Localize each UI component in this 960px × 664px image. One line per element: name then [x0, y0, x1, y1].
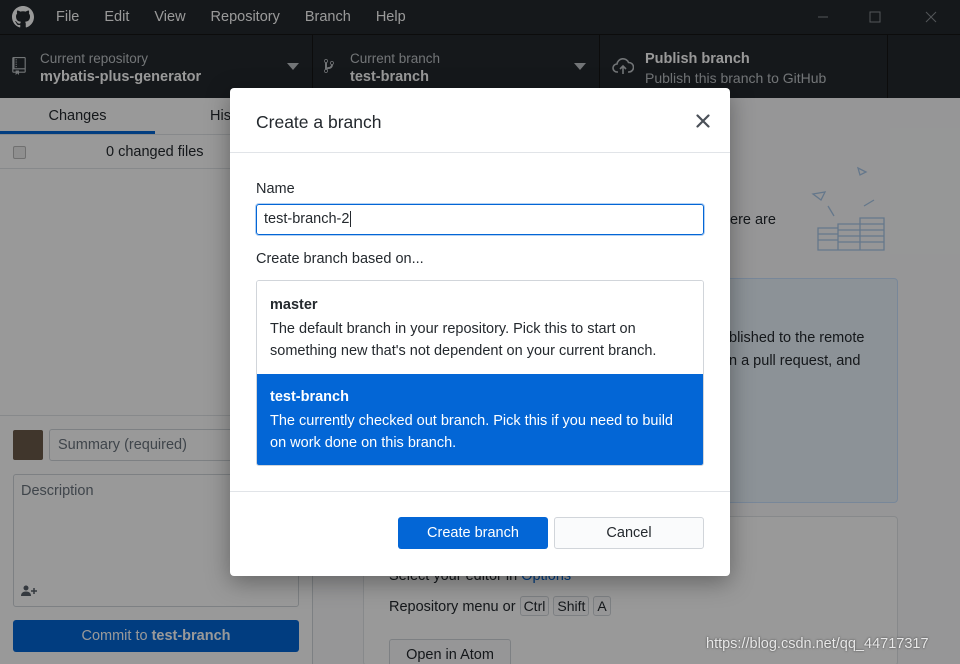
close-icon[interactable] [696, 114, 710, 128]
branch-option-master[interactable]: master The default branch in your reposi… [257, 281, 703, 374]
create-branch-dialog: Create a branch Name test-branch-2 Creat… [230, 88, 730, 576]
watermark-text: https://blog.csdn.net/qq_44717317 [706, 636, 929, 652]
name-label: Name [256, 181, 295, 197]
dialog-title: Create a branch [256, 112, 382, 132]
branch-option-name: test-branch [270, 389, 349, 405]
based-on-label: Create branch based on... [256, 251, 424, 267]
base-branch-list: master The default branch in your reposi… [256, 280, 704, 466]
header-divider [230, 152, 730, 153]
branch-option-name: master [270, 297, 318, 313]
cancel-button[interactable]: Cancel [554, 517, 704, 549]
branch-name-input[interactable]: test-branch-2 [256, 204, 704, 235]
create-branch-button[interactable]: Create branch [398, 517, 548, 549]
footer-divider [230, 491, 730, 492]
branch-name-value: test-branch-2 [264, 211, 350, 227]
branch-option-desc: The currently checked out branch. Pick t… [270, 413, 673, 451]
branch-option-test-branch[interactable]: test-branch The currently checked out br… [257, 374, 703, 465]
text-cursor [350, 211, 352, 228]
branch-option-desc: The default branch in your repository. P… [270, 321, 657, 359]
